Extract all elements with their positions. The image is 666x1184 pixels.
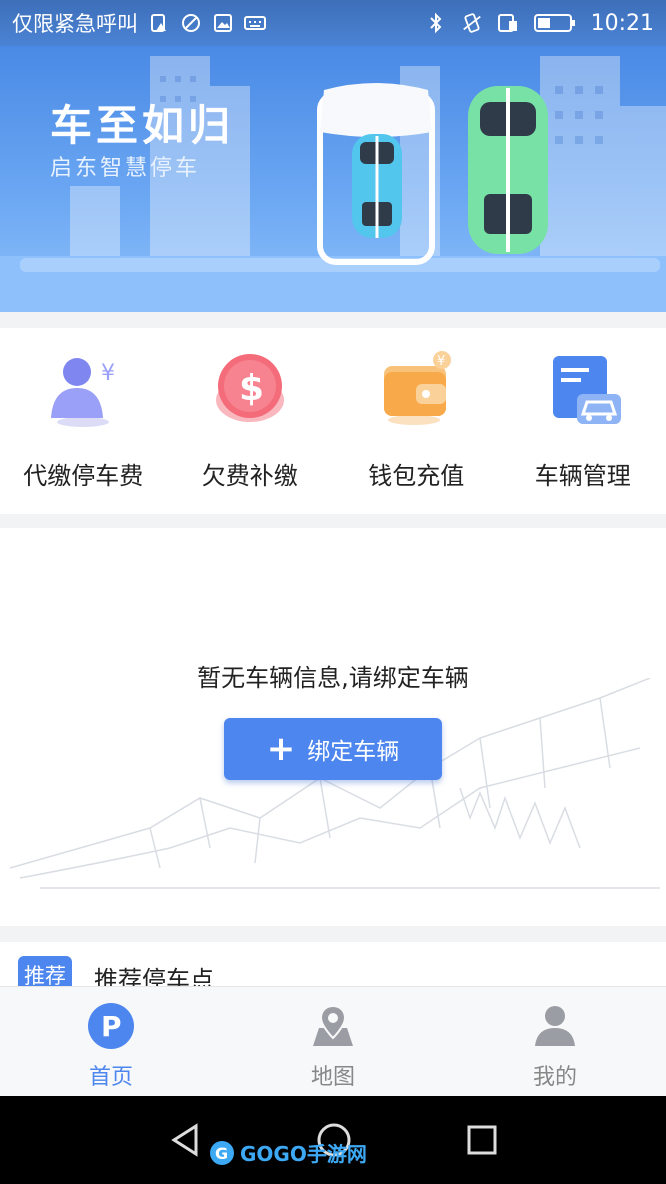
nav-label: 地图	[310, 1065, 355, 1090]
system-nav-bar: G GOGO手游网	[0, 1096, 666, 1184]
nav-item-profile[interactable]: 我的	[444, 987, 666, 1096]
bind-vehicle-label: 绑定车辆	[307, 739, 400, 765]
sim-warning-icon	[148, 12, 170, 34]
svg-text:G: G	[215, 1144, 228, 1163]
wallet-icon: ¥	[376, 350, 456, 430]
quick-action-wallet-recharge[interactable]: ¥ 钱包充值	[333, 328, 500, 514]
map-pin-icon	[308, 1001, 358, 1051]
bind-vehicle-button[interactable]: + 绑定车辆	[224, 718, 442, 780]
recents-icon[interactable]	[460, 1118, 504, 1162]
watermark-text: GOGO手游网	[240, 1142, 367, 1166]
watermark-logo: G GOGO手游网	[208, 1138, 367, 1167]
profile-icon	[530, 1001, 580, 1051]
quick-action-vehicle-management[interactable]: 车辆管理	[500, 328, 666, 514]
quick-action-label: 车辆管理	[534, 462, 631, 490]
status-bar: 仅限紧急呼叫 10:21	[0, 0, 666, 46]
status-time: 10:21	[590, 10, 654, 36]
battery-icon	[533, 12, 577, 34]
hero-banner[interactable]: 车至如归 启东智慧停车	[0, 46, 666, 312]
empty-vehicle-message: 暂无车辆信息,请绑定车辆	[197, 664, 469, 692]
nav-item-home[interactable]: P 首页	[0, 987, 222, 1096]
nav-label: 我的	[532, 1065, 577, 1090]
quick-action-label: 钱包充值	[368, 462, 465, 490]
image-icon	[212, 12, 234, 34]
svg-text:¥: ¥	[101, 361, 115, 386]
bottom-nav: P 首页 地图 我的	[0, 986, 666, 1096]
sim-icon	[497, 12, 519, 34]
user-payment-icon: ¥	[43, 350, 123, 430]
quick-action-arrears[interactable]: $ 欠费补缴	[167, 328, 334, 514]
coin-dollar-icon: $	[210, 350, 290, 430]
carrier-text: 仅限紧急呼叫	[12, 12, 138, 36]
bluetooth-icon	[425, 12, 447, 34]
keyboard-icon	[244, 12, 266, 34]
banner-title: 车至如归	[50, 101, 235, 150]
quick-action-label: 欠费补缴	[201, 462, 298, 490]
nav-label: 首页	[88, 1065, 133, 1090]
svg-text:¥: ¥	[437, 354, 445, 369]
vehicle-document-icon	[543, 350, 623, 430]
no-disturb-icon	[180, 12, 202, 34]
nav-item-map[interactable]: 地图	[222, 987, 444, 1096]
vibrate-icon	[461, 12, 483, 34]
svg-text:P: P	[101, 1010, 122, 1043]
plus-icon: +	[266, 729, 296, 769]
quick-action-pay-parking[interactable]: ¥ 代缴停车费	[0, 328, 167, 514]
mountain-sketch-illustration	[9, 678, 660, 889]
svg-text:$: $	[239, 368, 264, 409]
quick-actions: ¥ 代缴停车费 $ 欠费补缴 ¥ 钱包充值 车辆管理	[0, 328, 666, 514]
back-icon[interactable]	[164, 1118, 208, 1162]
recommend-section[interactable]: 推荐 推荐停车点	[0, 942, 666, 992]
parking-icon: P	[86, 1001, 136, 1051]
vehicle-section: 暂无车辆信息,请绑定车辆 + 绑定车辆	[0, 528, 666, 926]
quick-action-label: 代缴停车费	[23, 462, 144, 490]
banner-subtitle: 启东智慧停车	[50, 156, 201, 181]
